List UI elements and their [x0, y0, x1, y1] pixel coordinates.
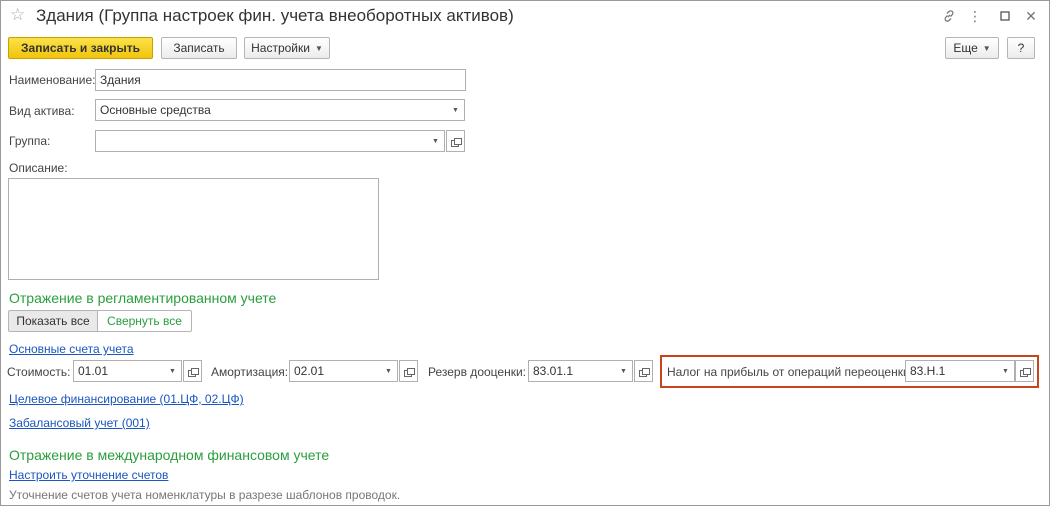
amortization-label: Амортизация:	[211, 365, 289, 379]
maximize-icon[interactable]	[994, 6, 1016, 26]
window-title: Здания (Группа настроек фин. учета внеоб…	[36, 6, 514, 25]
more-vert-icon[interactable]: ⋮	[964, 6, 986, 26]
main-accounts-link[interactable]: Основные счета учета	[9, 342, 134, 356]
cost-label: Стоимость:	[7, 365, 71, 379]
settings-button[interactable]: Настройки ▼	[244, 37, 330, 59]
reserve-label: Резерв дооценки:	[428, 365, 526, 379]
show-all-button[interactable]: Показать все	[8, 310, 98, 332]
name-input[interactable]: Здания	[95, 69, 466, 91]
tax-label: Налог на прибыль от операций переоценки:	[667, 365, 914, 379]
amortization-input[interactable]: 02.01	[289, 360, 381, 382]
more-label: Еще	[953, 41, 978, 55]
open-icon[interactable]	[399, 360, 418, 382]
chevron-down-icon[interactable]: ▼	[997, 360, 1015, 382]
save-button[interactable]: Записать	[161, 37, 237, 59]
more-button[interactable]: Еще ▼	[945, 37, 999, 59]
cost-input[interactable]: 01.01	[73, 360, 165, 382]
chevron-down-icon[interactable]: ▼	[164, 360, 182, 382]
group-label: Группа:	[9, 134, 51, 148]
open-icon[interactable]	[183, 360, 202, 382]
favorite-star-icon[interactable]: ☆	[10, 5, 25, 25]
close-icon[interactable]: ✕	[1020, 6, 1042, 26]
chevron-down-icon[interactable]: ▼	[615, 360, 633, 382]
tax-input[interactable]: 83.Н.1	[905, 360, 998, 382]
settings-label: Настройки	[251, 41, 310, 55]
asset-type-label: Вид актива:	[9, 104, 75, 118]
collapse-all-button[interactable]: Свернуть все	[97, 310, 192, 332]
description-textarea[interactable]	[8, 178, 379, 280]
name-label: Наименование:	[9, 73, 96, 87]
chevron-down-icon[interactable]: ▼	[447, 99, 465, 121]
group-input[interactable]	[95, 130, 428, 152]
offbalance-link[interactable]: Забалансовый учет (001)	[9, 416, 150, 430]
description-label: Описание:	[9, 161, 68, 175]
open-icon[interactable]	[446, 130, 465, 152]
help-button[interactable]: ?	[1007, 37, 1035, 59]
link-icon[interactable]	[938, 6, 960, 26]
chevron-down-icon: ▼	[314, 43, 323, 53]
target-finance-link[interactable]: Целевое финансирование (01.ЦФ, 02.ЦФ)	[9, 392, 244, 406]
chevron-down-icon: ▼	[982, 43, 991, 53]
chevron-down-icon[interactable]: ▼	[380, 360, 398, 382]
chevron-down-icon[interactable]: ▼	[427, 130, 445, 152]
setup-refinement-link[interactable]: Настроить уточнение счетов	[9, 468, 168, 482]
reg-section-title: Отражение в регламентированном учете	[9, 290, 277, 306]
ifrs-note: Уточнение счетов учета номенклатуры в ра…	[9, 488, 401, 502]
reserve-input[interactable]: 83.01.1	[528, 360, 616, 382]
save-and-close-button[interactable]: Записать и закрыть	[8, 37, 153, 59]
ifrs-section-title: Отражение в международном финансовом уче…	[9, 447, 330, 463]
asset-type-select[interactable]: Основные средства	[95, 99, 448, 121]
open-icon[interactable]	[634, 360, 653, 382]
open-icon[interactable]	[1015, 360, 1034, 382]
